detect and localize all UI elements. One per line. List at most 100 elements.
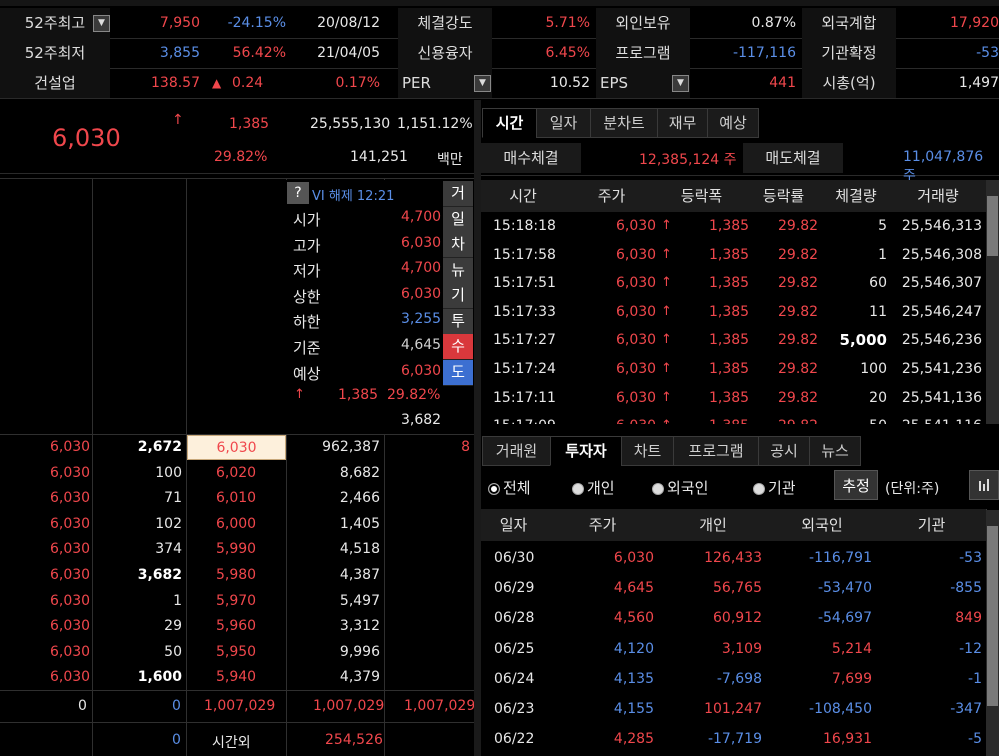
trade-row[interactable]: 15:17:11 6,030 ↑ 1,385 29.82 20 25,541,136 <box>481 384 986 413</box>
investor-tab-0[interactable]: 거래원 <box>482 436 551 466</box>
filter-radio-2[interactable]: 외국인 <box>652 477 708 498</box>
trade-row[interactable]: 15:17:09 6,030 ↑ 1,385 29.8250 25,541,116 <box>481 412 986 424</box>
side-btn-6[interactable]: 수 <box>443 334 473 360</box>
side-btn-1[interactable]: 일 <box>443 206 473 233</box>
orderbook-row[interactable]: 6,030 3,682 5,980 4,387 <box>0 563 474 589</box>
investor-individual: 56,765 <box>713 580 762 597</box>
trade-col-header: 등락률 <box>745 180 823 212</box>
trade-row[interactable]: 15:17:24 6,030 ↑ 1,385 29.82 100 25,541,236 <box>481 355 986 384</box>
orderbook-price: 6,010 <box>216 490 257 507</box>
trade-volume: 25,541,236 <box>901 361 982 377</box>
investor-row[interactable]: 06/30 6,030 126,433 -116,791 -53 <box>481 543 986 573</box>
help-button[interactable]: ? <box>287 182 309 204</box>
orderbook-row[interactable]: 6,030 2,672 6,030 962,387 8 <box>0 435 474 461</box>
trade-scrollbar[interactable] <box>986 180 999 424</box>
orderbook-row[interactable]: 6,030 71 6,010 2,466 <box>0 486 474 512</box>
investor-row[interactable]: 06/29 4,645 56,765 -53,470 -855 <box>481 573 986 603</box>
orderbook-cumulative: 8,682 <box>339 464 380 481</box>
trade-row[interactable]: 15:17:51 6,030 ↑ 1,385 29.82 60 25,546,307 <box>481 269 986 298</box>
investor-individual: 3,109 <box>721 640 762 657</box>
orderbook-row[interactable]: 6,030 102 6,000 1,405 <box>0 512 474 538</box>
radio-icon <box>488 482 500 495</box>
estimate-button[interactable]: 추정 <box>834 470 878 500</box>
investor-foreign: -108,450 <box>809 701 872 717</box>
orderbook-qty: 102 <box>155 515 182 532</box>
chart-toggle-button[interactable] <box>969 470 999 500</box>
investor-individual: -17,719 <box>707 731 762 748</box>
investor-row[interactable]: 06/22 4,285 -17,719 16,931 -5 <box>481 724 986 754</box>
up-triangle-icon: ▲ <box>212 76 222 90</box>
trade-qty: 100 <box>860 361 887 377</box>
volume: 25,555,130 <box>310 116 391 132</box>
investor-row[interactable]: 06/25 4,120 3,109 5,214 -12 <box>481 634 986 664</box>
total-3: 1,007,029 <box>204 698 276 714</box>
up-arrow-icon: ↑ <box>661 389 672 405</box>
header-value: 7,950 <box>159 15 200 31</box>
tab-0[interactable]: 시간 <box>482 108 537 138</box>
investor-price: 4,155 <box>613 701 654 717</box>
dropdown-icon[interactable]: ▼ <box>474 75 491 92</box>
investor-date: 06/29 <box>494 580 535 597</box>
investor-foreign: -54,697 <box>817 610 872 627</box>
tab-1[interactable]: 일자 <box>536 108 591 138</box>
popup-value: 4,700 <box>401 260 442 277</box>
trade-price: 6,030 <box>616 412 656 424</box>
investor-col-header: 외국인 <box>767 509 878 541</box>
tab-2[interactable]: 분차트 <box>590 108 658 138</box>
side-btn-3[interactable]: 뉴 <box>443 257 473 284</box>
side-btn-0[interactable]: 거 <box>443 181 473 207</box>
investor-institution: -53 <box>959 550 982 566</box>
investor-row[interactable]: 06/23 4,155 101,247 -108,450 -347 <box>481 694 986 724</box>
investor-tab-3[interactable]: 프로그램 <box>673 436 759 466</box>
dropdown-icon[interactable]: ▼ <box>93 15 110 32</box>
trade-row[interactable]: 15:17:27 6,030 ↑ 1,385 29.82 5,000 25,546,236 <box>481 326 986 355</box>
trade-row[interactable]: 15:17:33 6,030 ↑ 1,385 29.82 11 25,546,247 <box>481 298 986 327</box>
orderbook-row[interactable]: 6,030 1,600 5,940 4,379 <box>0 665 474 691</box>
side-btn-4[interactable]: 기 <box>443 283 473 309</box>
trade-price: 6,030 <box>616 246 657 263</box>
orderbook-cumulative: 3,312 <box>339 618 380 635</box>
orderbook-row[interactable]: 6,030 374 5,990 4,518 <box>0 537 474 563</box>
side-btn-5[interactable]: 투 <box>443 308 473 335</box>
side-btn-2[interactable]: 차 <box>443 232 473 258</box>
orderbook-cumulative: 962,387 <box>322 439 380 455</box>
tab-3[interactable]: 재무 <box>657 108 708 138</box>
trade-row[interactable]: 15:17:58 6,030 ↑ 1,385 29.82 1 25,546,308 <box>481 241 986 270</box>
investor-foreign: 7,699 <box>831 670 872 687</box>
buy-volume-value: 12,385,124 주 <box>639 152 737 168</box>
filter-radio-1[interactable]: 개인 <box>572 477 615 498</box>
orderbook-row[interactable]: 6,030 29 5,960 3,312 <box>0 614 474 640</box>
investor-tab-1[interactable]: 투자자 <box>550 436 622 466</box>
trade-qty: 5 <box>878 218 887 234</box>
dropdown-icon[interactable]: ▼ <box>672 75 689 92</box>
investor-row[interactable]: 06/28 4,560 60,912 -54,697 849 <box>481 603 986 633</box>
header-row3: 건설업 138.57 ▲ 0.24 0.17% PER ▼ 10.52 EPS ▼ 441 시총(억)… <box>0 68 999 99</box>
trade-row[interactable]: 15:18:18 6,030 ↑ 1,385 29.82 5 25,546,313 <box>481 212 986 241</box>
header-label: 프로그램 <box>596 38 690 68</box>
tab-4[interactable]: 예상 <box>707 108 759 138</box>
price-change-pct: 29.82% <box>214 149 268 165</box>
trade-price: 6,030 <box>616 361 657 377</box>
vi-release-time: VI 해제 12:21 <box>312 189 395 204</box>
orderbook-price-highlight[interactable]: 6,030 <box>187 435 286 460</box>
side-btn-7[interactable]: 도 <box>443 359 473 386</box>
orderbook-cumulative: 4,518 <box>339 541 380 558</box>
header-value: -24.15% <box>227 15 286 31</box>
up-arrow-icon: ↑ <box>661 275 672 291</box>
trade-diff: 1,385 <box>709 389 750 406</box>
investor-row[interactable]: 06/24 4,135 -7,698 7,699 -1 <box>481 664 986 694</box>
trade-time: 15:17:27 <box>493 332 556 349</box>
filter-radio-3[interactable]: 기관 <box>753 477 796 498</box>
investor-tab-5[interactable]: 뉴스 <box>809 436 861 466</box>
orderbook-totals: 0 0 1,007,029 1,007,029 1,007,029 <box>0 690 475 723</box>
price-block: 6,030 ↑ 1,385 25,555,130 1,151.12% 29.82… <box>0 106 474 174</box>
filter-radio-0[interactable]: 전체 <box>488 477 531 498</box>
orderbook-row[interactable]: 6,030 1 5,970 5,497 <box>0 589 474 615</box>
orderbook-row[interactable]: 6,030 50 5,950 9,996 <box>0 640 474 666</box>
investor-tab-2[interactable]: 차트 <box>621 436 674 466</box>
orderbook-row[interactable]: 6,030 100 6,020 8,682 <box>0 461 474 487</box>
investor-scrollbar[interactable] <box>986 510 999 756</box>
investor-tab-4[interactable]: 공시 <box>758 436 810 466</box>
header-value: 20/08/12 <box>317 15 380 31</box>
orderbook-price: 5,950 <box>216 643 257 660</box>
